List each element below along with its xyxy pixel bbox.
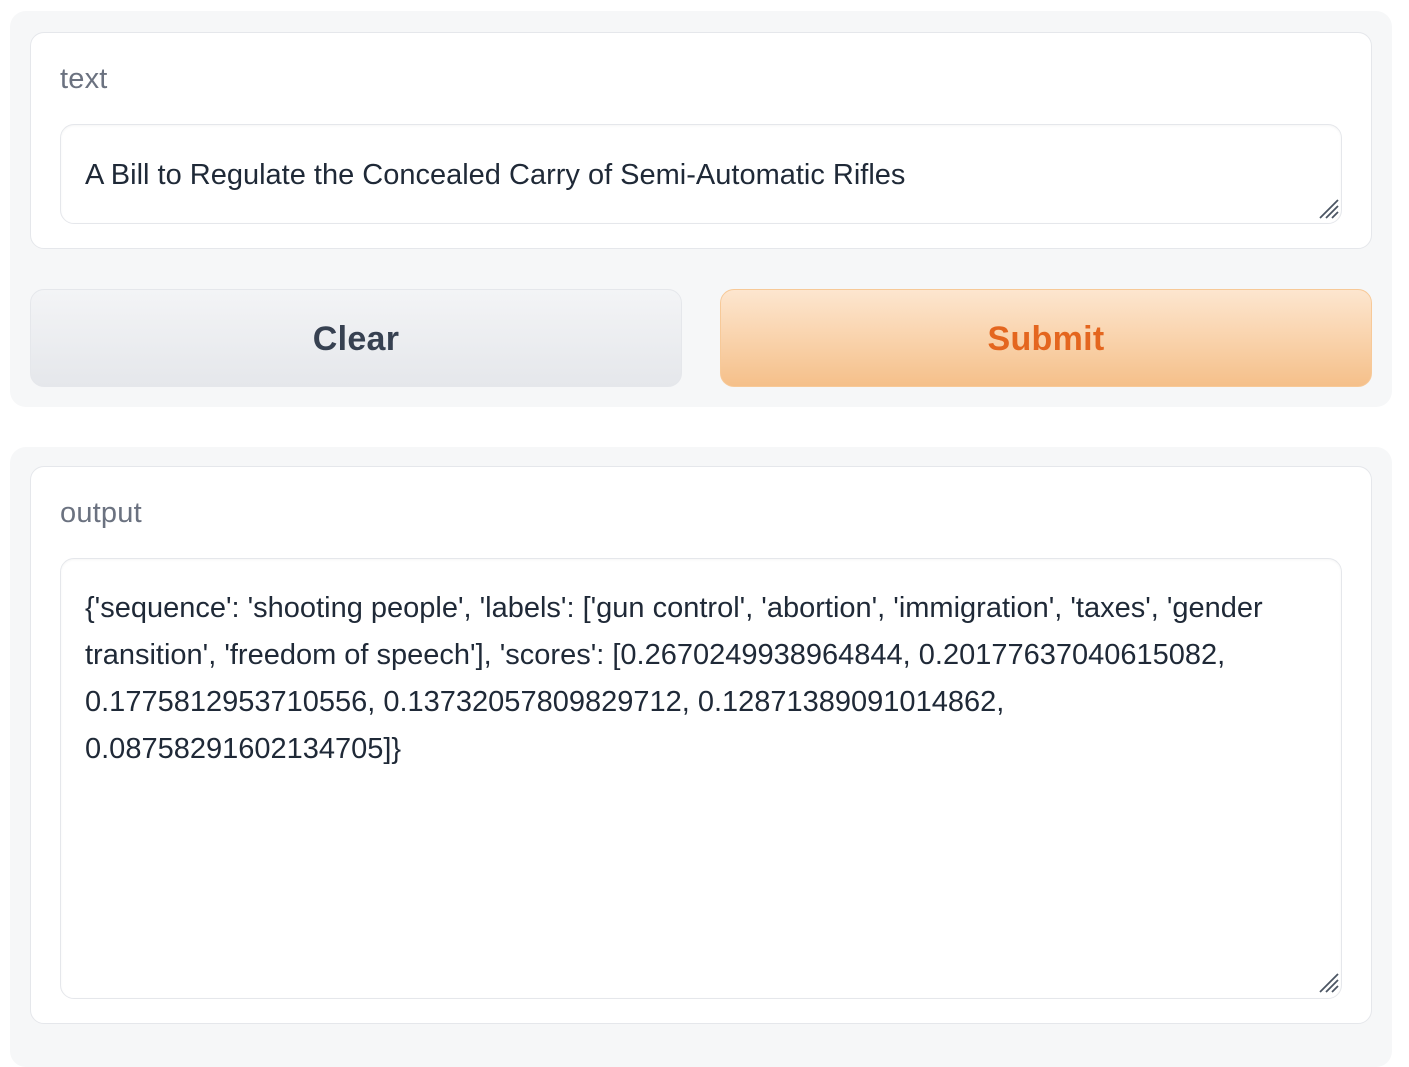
output-textbox[interactable]: {'sequence': 'shooting people', 'labels'… (60, 558, 1342, 999)
output-label: output (60, 497, 142, 529)
resize-handle-icon[interactable] (1316, 196, 1340, 220)
submit-button[interactable]: Submit (720, 289, 1372, 387)
output-block: output {'sequence': 'shooting people', '… (30, 466, 1372, 1024)
input-panel: text A Bill to Regulate the Concealed Ca… (10, 11, 1392, 407)
resize-handle-icon[interactable] (1316, 970, 1340, 994)
input-block: text A Bill to Regulate the Concealed Ca… (30, 32, 1372, 249)
clear-button[interactable]: Clear (30, 289, 682, 387)
output-panel: output {'sequence': 'shooting people', '… (10, 447, 1392, 1067)
input-label: text (60, 63, 108, 95)
text-input[interactable]: A Bill to Regulate the Concealed Carry o… (60, 124, 1342, 224)
